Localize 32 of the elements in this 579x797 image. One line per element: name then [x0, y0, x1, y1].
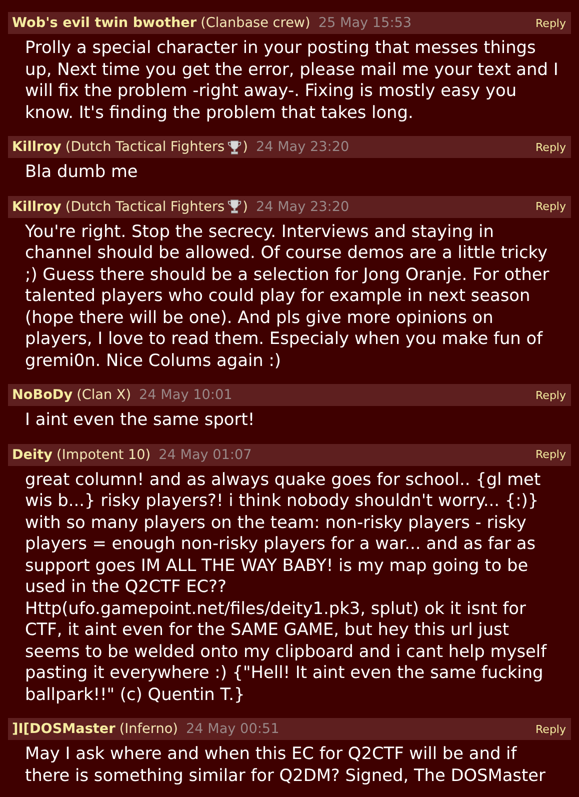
reply-link[interactable]: Reply	[536, 388, 566, 402]
comment-text: great column! and as always quake goes for school.. {gl met wis b...} risky players?! i think nobody shouldn't worry... {:)} with so many players on the team: non-risky players - risky players = enough non-risky players for a war... and as far as support goes IM ALL THE WAY BABY! is my map going to be used in the Q2CTF EC?? Http(ufo.gamepoint.net/files/deity1.pk3, splut) ok it isnt for CTF, it aint even for the SAME GAME, but hey this url just seems to be welded onto my clipboard and i cant help myself pasting it everywhere :) {"Hell! It aint even the same fucking ballpark!!" (c) Quentin T.}	[24, 468, 548, 705]
reply-link[interactable]: Reply	[536, 448, 566, 461]
post-date: 24 May 10:01	[139, 387, 232, 403]
clan-name: (Clan X)	[76, 387, 132, 403]
author-name: Wob's evil twin bwother	[12, 15, 197, 31]
clan-name-end: )	[242, 139, 248, 155]
post-date: 24 May 23:20	[256, 139, 350, 155]
clan-name: (Inferno)	[119, 721, 178, 737]
comment-text: You're right. Stop the secrecy. Interviews and staying in channel should be allowed. Of course demos are a little tricky ;) Guess there should be a selection for Jong Oranje. For other talented players who could play for example in next season (hope there will be one). And pls give more opinions on players, I love to read them. Especialy when you make fun of gremi0n. Nice Colums again :)	[24, 220, 550, 371]
post-date: 24 May 23:20	[256, 198, 350, 214]
post-date: 25 May 15:53	[318, 15, 412, 31]
clan-name: (Clanbase crew)	[200, 15, 310, 31]
clan-name: (Impotent 10)	[56, 446, 151, 462]
clan-name-end: )	[242, 198, 248, 214]
reply-link[interactable]: Reply	[536, 16, 566, 30]
clan-name: (Dutch Tactical Fighters	[65, 139, 225, 155]
comment-text: Bla dumb me	[24, 160, 139, 182]
author-name: Killroy	[12, 139, 62, 155]
post-date: 24 May 01:07	[158, 446, 252, 462]
post-date: 24 May 00:51	[186, 721, 280, 737]
author-name: ]I[DOSMaster	[12, 721, 116, 737]
author-name: Killroy	[12, 198, 62, 214]
clan-name: (Dutch Tactical Fighters	[65, 198, 225, 214]
comment-text: Prolly a special character in your posting that messes things up, Next time you get the error, please mail me your text and I will fix the problem -right away-. Fixing is mostly easy you know. It's finding the problem that takes long.	[24, 36, 560, 123]
comment-text: May I ask where and when this EC for Q2CTF will be and if there is something similar for Q2DM? Signed, The DOSMaster	[24, 742, 546, 786]
reply-link[interactable]: Reply	[536, 722, 566, 736]
author-name: Deity	[12, 446, 53, 462]
author-name: NoBoDy	[12, 387, 73, 403]
comment-text: I aint even the same sport!	[24, 408, 256, 430]
reply-link[interactable]: Reply	[536, 140, 566, 154]
reply-link[interactable]: Reply	[536, 200, 566, 213]
